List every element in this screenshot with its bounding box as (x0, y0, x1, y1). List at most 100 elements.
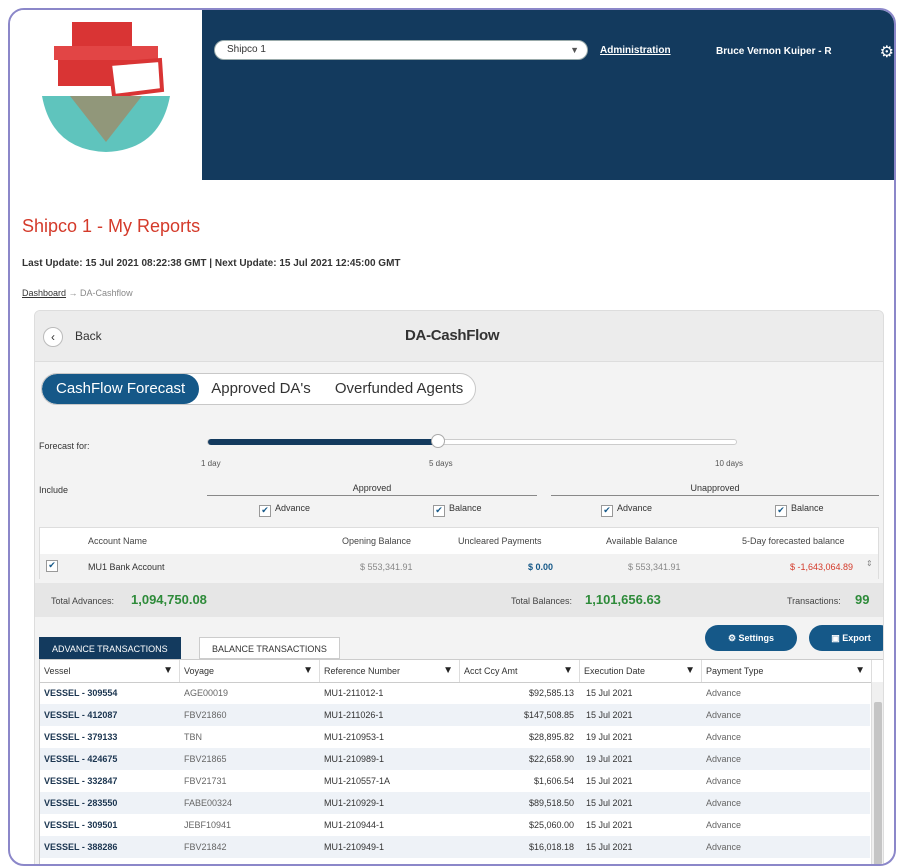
page-title: Shipco 1 - My Reports (22, 216, 201, 236)
panel-header: ‹ Back DA-CashFlow (35, 311, 883, 362)
table-cell: $92,585.13 (528, 688, 574, 698)
table-cell: FBV21865 (184, 754, 227, 764)
company-select[interactable]: Shipco 1 ▼ (214, 40, 588, 60)
filter-icon[interactable]: ▼ (563, 660, 573, 682)
table-cell: $89,518.50 (528, 798, 574, 808)
table-cell: JEBF10941 (184, 820, 232, 830)
table-cell: TBN (184, 732, 202, 742)
forecast-slider[interactable] (207, 434, 737, 448)
row-scroll-icon[interactable]: ⇕ (866, 559, 873, 568)
col-voyage[interactable]: Voyage ▼ (180, 660, 320, 682)
col-vessel[interactable]: Vessel ▼ (40, 660, 180, 682)
table-row[interactable]: VESSEL - 379133 TBN MU1-210953-1 $28,895.82… (40, 726, 870, 748)
company-logo (10, 10, 202, 180)
tab-balance-transactions[interactable]: BALANCE TRANSACTIONS (199, 637, 340, 659)
filter-icon[interactable]: ▼ (303, 660, 313, 682)
table-cell: MU1-210949-1 (324, 842, 385, 852)
slider-handle[interactable] (430, 434, 445, 448)
table-cell: 15 Jul 2021 (586, 688, 633, 698)
forecasted-balance: $ -1,643,064.89 (790, 562, 854, 572)
unapproved-advance-checkbox[interactable]: ✔ Advance (601, 503, 652, 517)
col-uncleared-payments: Uncleared Payments (458, 536, 542, 546)
settings-button[interactable]: ⚙ Settings (705, 625, 797, 651)
export-button-label: Export (842, 633, 871, 643)
tick-label: 5 days (429, 459, 453, 468)
panel-title: DA-CashFlow (405, 327, 500, 344)
tab-overfunded-agents[interactable]: Overfunded Agents (323, 374, 475, 404)
account-table-header: Account Name Opening Balance Uncleared P… (40, 528, 878, 555)
approved-balance-checkbox[interactable]: ✔ Balance (433, 503, 482, 517)
table-row[interactable]: VESSEL - 309554 AGE00019 MU1-211012-1 $92,5… (40, 682, 870, 704)
filter-icon[interactable]: ▼ (163, 660, 173, 682)
back-button[interactable]: Back (75, 329, 102, 343)
col-opening-balance: Opening Balance (342, 536, 412, 546)
update-info: Last Update: 15 Jul 2021 08:22:38 GMT | … (22, 258, 401, 269)
table-cell: JEBF10936 (184, 858, 231, 864)
table-cell: FBV21860 (184, 710, 227, 720)
checkbox-label: Advance (617, 503, 653, 513)
table-cell: VESSEL - 412087 (44, 710, 118, 720)
chevron-down-icon: ▼ (570, 45, 579, 55)
breadcrumb: Dashboard → DA-Cashflow (22, 288, 133, 298)
back-arrow-icon[interactable]: ‹ (43, 327, 63, 347)
table-cell: MU1-210944-1 (324, 820, 385, 830)
col-reference-number[interactable]: Reference Number ▼ (320, 660, 460, 682)
table-row[interactable]: VESSEL - 309501 JEBF10941 MU1-210944-1 $25,… (40, 814, 870, 836)
table-cell: VESSEL - 309554 (44, 688, 118, 698)
tick-label: 1 day (201, 459, 221, 468)
unapproved-group-label: Unapproved (551, 483, 879, 496)
table-row[interactable]: VESSEL - 377141 JEBF10936 MU1-210972-1 $21,… (40, 858, 870, 864)
table-cell: 15 Jul 2021 (586, 842, 633, 852)
total-advances-value: 1,094,750.08 (131, 592, 207, 607)
user-name[interactable]: Bruce Vernon Kuiper - R (716, 46, 832, 57)
approved-advance-checkbox[interactable]: ✔ Advance (259, 503, 310, 517)
table-cell: Advance (706, 858, 741, 864)
table-cell: MU1-210929-1 (324, 798, 385, 808)
totals-bar: Total Advances: 1,094,750.08 Total Balan… (35, 583, 883, 617)
table-cell: FBV21842 (184, 842, 227, 852)
col-execution-date[interactable]: Execution Date ▼ (580, 660, 702, 682)
filter-icon[interactable]: ▼ (443, 660, 453, 682)
unapproved-balance-checkbox[interactable]: ✔ Balance (775, 503, 824, 517)
tab-advance-transactions[interactable]: ADVANCE TRANSACTIONS (39, 637, 181, 659)
app-frame: Shipco 1 ▼ Administration Bruce Vernon K… (8, 8, 896, 866)
account-row[interactable]: ✔ MU1 Bank Account $ 553,341.91 $ 0.00 $… (40, 554, 878, 580)
vertical-scrollbar[interactable] (871, 682, 883, 864)
table-row[interactable]: VESSEL - 332847 FBV21731 MU1-210557-1A $1,6… (40, 770, 870, 792)
filter-icon[interactable]: ▼ (855, 660, 865, 682)
tab-approved-das[interactable]: Approved DA's (199, 374, 323, 404)
col-forecasted-balance: 5-Day forecasted balance (742, 536, 845, 546)
gear-icon[interactable]: ⚙ (880, 42, 894, 62)
company-select-value: Shipco 1 (227, 44, 266, 55)
filter-icon[interactable]: ▼ (685, 660, 695, 682)
table-row[interactable]: VESSEL - 388286 FBV21842 MU1-210949-1 $16,0… (40, 836, 870, 858)
table-cell: Advance (706, 842, 742, 852)
col-payment-type[interactable]: Payment Type ▼ (702, 660, 872, 682)
breadcrumb-dashboard-link[interactable]: Dashboard (22, 288, 66, 298)
table-cell: Advance (706, 688, 742, 698)
table-cell: 15 Jul 2021 (586, 710, 633, 720)
administration-link[interactable]: Administration (600, 45, 671, 56)
check-icon: ✔ (433, 505, 445, 517)
scrollbar-thumb[interactable] (874, 702, 882, 864)
table-cell: MU1-210989-1 (324, 754, 385, 764)
account-row-checkbox[interactable]: ✔ (46, 560, 58, 572)
table-row[interactable]: VESSEL - 412087 FBV21860 MU1-211026-1 $147,… (40, 704, 870, 726)
table-row[interactable]: VESSEL - 283550 FABE00324 MU1-210929-1 $89,… (40, 792, 870, 814)
tab-cashflow-forecast[interactable]: CashFlow Forecast (42, 374, 200, 404)
table-row[interactable]: VESSEL - 424675 FBV21865 MU1-210989-1 $22,6… (40, 748, 870, 770)
table-cell: $1,606.54 (533, 776, 574, 786)
total-balances-label: Total Balances: (511, 596, 573, 606)
col-acct-ccy-amt[interactable]: Acct Ccy Amt ▼ (460, 660, 580, 682)
transactions-value: 99 (855, 592, 870, 607)
table-cell: VESSEL - 309501 (44, 820, 118, 830)
table-cell: MU1-210953-1 (324, 732, 385, 742)
table-cell: $28,895.82 (528, 732, 574, 742)
uncleared-payments: $ 0.00 (528, 562, 554, 572)
table-cell: MU1-210557-1A (324, 776, 391, 786)
table-cell: AGE00019 (184, 688, 229, 698)
table-cell: MU1-211012-1 (324, 688, 384, 698)
export-button[interactable]: ▣ Export (809, 625, 883, 651)
checkbox-label: Advance (275, 503, 311, 513)
table-cell: $22,658.90 (528, 754, 574, 764)
